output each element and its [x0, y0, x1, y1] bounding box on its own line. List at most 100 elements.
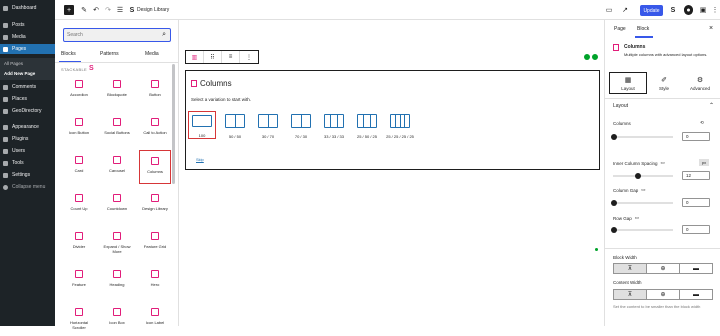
submenu-add-new-page[interactable]: Add New Page [0, 69, 55, 77]
location-pin-icon[interactable] [584, 54, 590, 60]
width-wide-icon[interactable]: ⊕ [647, 290, 680, 299]
tab-page[interactable]: Page [614, 26, 626, 32]
width-contained-icon[interactable]: ⊼ [614, 264, 647, 273]
variation-30-70[interactable]: 30 / 70 [254, 111, 282, 139]
slider-knob[interactable] [611, 133, 617, 140]
column-gap-slider[interactable] [611, 199, 673, 206]
row-gap-number-input[interactable]: 0 [682, 225, 710, 234]
inner-spacing-number-input[interactable]: 12 [682, 171, 710, 180]
stackable-settings-icon[interactable]: S [669, 5, 677, 15]
chevron-up-icon[interactable]: ⌃ [709, 102, 714, 109]
block-item-heading[interactable]: Heading [101, 264, 133, 298]
block-item-countdown[interactable]: Countdown [101, 188, 133, 222]
columns-slider[interactable] [611, 133, 673, 140]
submenu-all-pages[interactable]: All Pages [0, 59, 55, 67]
block-item-icon-button[interactable]: Icon Button [63, 112, 95, 146]
block-options-icon[interactable]: ⋮ [240, 51, 258, 63]
variation-25-25-25-25[interactable]: 25 / 25 / 25 / 25 [386, 111, 414, 139]
width-contained-icon[interactable]: ⊼ [614, 290, 647, 299]
menu-item-geodirectory[interactable]: GeoDirectory [0, 106, 55, 116]
close-icon[interactable]: × [709, 25, 713, 32]
update-button[interactable]: Update [640, 5, 663, 16]
row-gap-slider[interactable] [611, 226, 673, 233]
menu-item-users[interactable]: Users [0, 146, 55, 156]
collapse-menu-button[interactable]: Collapse menu [0, 182, 55, 192]
menu-item-comments[interactable]: Comments [0, 82, 55, 92]
block-item-carousel[interactable]: Carousel [101, 150, 133, 184]
subtab-advanced[interactable]: ⚙ Advanced [681, 72, 719, 94]
block-item-social-buttons[interactable]: Social Buttons [101, 112, 133, 146]
layout-section-title[interactable]: Layout [613, 103, 628, 109]
subtab-style[interactable]: ✐ Style [645, 72, 683, 94]
variation-33-33-33[interactable]: 33 / 33 / 33 [320, 111, 348, 139]
subtab-layout[interactable]: ▦ Layout [609, 72, 647, 94]
block-item-divider[interactable]: Divider [63, 226, 95, 260]
tab-patterns[interactable]: Patterns [100, 48, 119, 60]
slider-knob[interactable] [611, 199, 617, 206]
tab-media[interactable]: Media [145, 48, 159, 60]
unit-toggle[interactable]: px [699, 159, 709, 166]
redo-icon[interactable]: ↷ [104, 5, 112, 15]
block-item-columns[interactable]: Columns [139, 150, 171, 184]
block-item-call-to-action[interactable]: Call to Action [139, 112, 171, 146]
variation-50-50[interactable]: 50 / 50 [221, 111, 249, 139]
slider-knob[interactable] [635, 172, 641, 179]
pencil-icon[interactable]: ✎ [80, 5, 88, 15]
desktop-icon[interactable]: ▭ [661, 160, 665, 166]
block-item-accordion[interactable]: Accordion [63, 74, 95, 108]
menu-item-places[interactable]: Places [0, 94, 55, 104]
block-item-button[interactable]: Button [139, 74, 171, 108]
width-wide-icon[interactable]: ⊕ [647, 264, 680, 273]
block-item-feature-grid[interactable]: Feature Grid [139, 226, 171, 260]
variation-100[interactable]: 100 [188, 111, 216, 139]
menu-item-settings[interactable]: Settings [0, 170, 55, 180]
block-item-card[interactable]: Card [63, 150, 95, 184]
variation-70-30[interactable]: 70 / 30 [287, 111, 315, 139]
block-item-feature[interactable]: Feature [63, 264, 95, 298]
block-item-icon-label[interactable]: Icon Label [139, 302, 171, 336]
external-preview-icon[interactable]: ↗ [621, 5, 629, 15]
list-view-icon[interactable]: ☰ [116, 5, 124, 15]
grammar-checker-icon[interactable] [591, 53, 599, 61]
block-search-input[interactable]: Search ⌕ [63, 28, 171, 42]
more-options-icon[interactable]: ⋮ [711, 5, 719, 15]
menu-item-appearance[interactable]: Appearance [0, 122, 55, 132]
block-item-expand-show-more[interactable]: Expand / Show More [101, 226, 133, 260]
block-item-design-library[interactable]: Design Library [139, 188, 171, 222]
menu-item-media[interactable]: Media [0, 32, 55, 42]
width-full-icon[interactable]: ▬ [680, 264, 712, 273]
menu-item-posts[interactable]: Posts [0, 20, 55, 30]
inserter-scrollbar[interactable] [172, 64, 175, 184]
block-item-hero[interactable]: Hero [139, 264, 171, 298]
reset-icon[interactable]: ⟲ [700, 120, 704, 126]
device-preview-icon[interactable]: ▭ [605, 5, 613, 15]
drag-handle-icon[interactable]: ⠿ [204, 51, 222, 63]
desktop-icon[interactable]: ▭ [635, 215, 639, 221]
desktop-icon[interactable]: ▭ [641, 187, 645, 193]
plugin-icon[interactable]: ● [684, 5, 693, 15]
menu-item-tools[interactable]: Tools [0, 158, 55, 168]
block-item-count-up[interactable]: Count Up [63, 188, 95, 222]
variation-25-50-25[interactable]: 25 / 50 / 25 [353, 111, 381, 139]
skip-link[interactable]: Skip [196, 157, 204, 162]
toggle-inserter-button[interactable]: + [64, 5, 74, 15]
align-icon[interactable]: ≡ [222, 51, 240, 63]
column-gap-number-input[interactable]: 0 [682, 198, 710, 207]
block-item-blockquote[interactable]: Blockquote [101, 74, 133, 108]
undo-icon[interactable]: ↶ [92, 5, 100, 15]
design-library-button[interactable]: Design Library [137, 5, 169, 15]
toggle-settings-icon[interactable]: ▣ [699, 5, 707, 15]
menu-item-pages[interactable]: Pages [0, 44, 55, 54]
stackable-logo-icon[interactable]: S [128, 5, 136, 15]
tab-block[interactable]: Block [637, 26, 649, 32]
menu-item-dashboard[interactable]: Dashboard [0, 3, 55, 13]
block-item-icon-box[interactable]: Icon Box [101, 302, 133, 336]
width-full-icon[interactable]: ▬ [680, 290, 712, 299]
block-item-horizontal-scroller[interactable]: Horizontal Scroller [63, 302, 95, 336]
block-type-icon[interactable]: ▥ [186, 51, 204, 63]
slider-knob[interactable] [611, 226, 617, 233]
menu-item-plugins[interactable]: Plugins [0, 134, 55, 144]
inner-spacing-slider[interactable] [613, 172, 673, 179]
tab-blocks[interactable]: Blocks [61, 48, 76, 60]
columns-number-input[interactable]: 0 [682, 132, 710, 141]
